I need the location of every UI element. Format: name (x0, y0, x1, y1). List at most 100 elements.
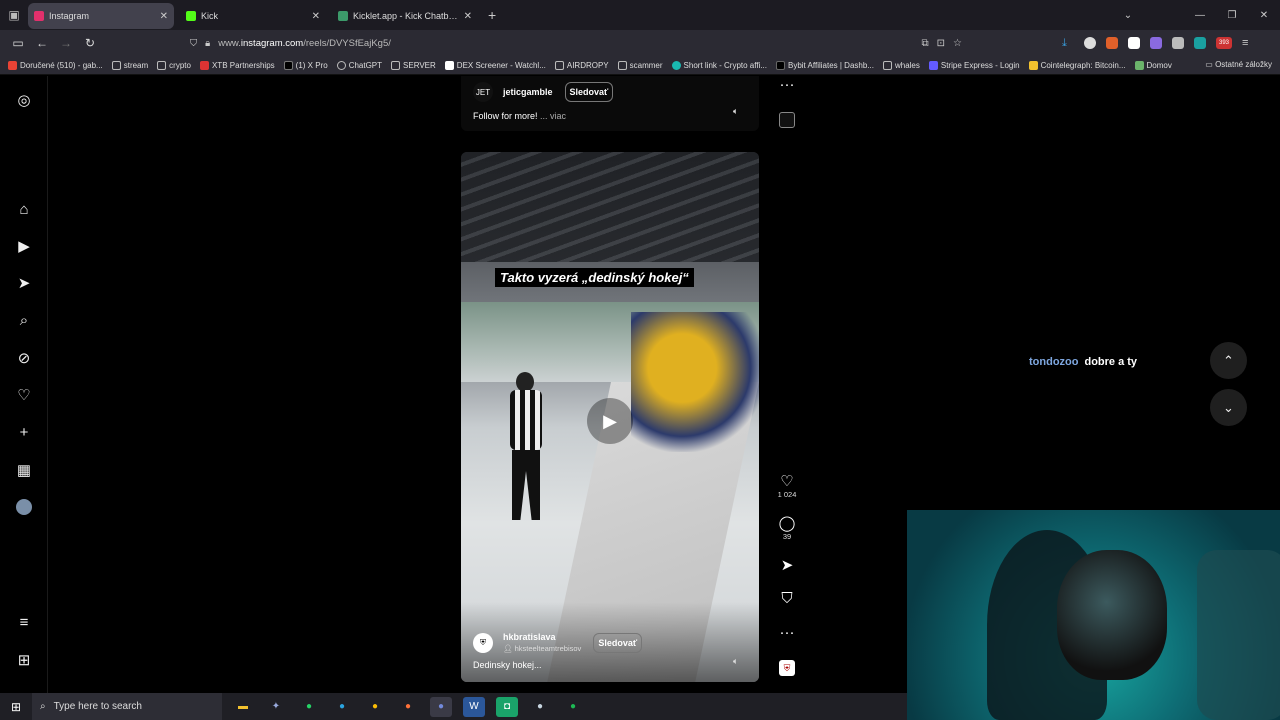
picture-in-picture-icon[interactable]: ⧉ (922, 38, 929, 49)
heart-icon: ♡ (780, 473, 794, 490)
previous-reel: JET jeticgamble Sledovať Follow for more… (461, 76, 759, 131)
metamask-icon[interactable] (1128, 37, 1140, 49)
discord-icon[interactable]: ● (430, 696, 452, 717)
minimize-icon[interactable]: — (1184, 10, 1216, 21)
speaker-icon[interactable]: 🔈︎ (733, 106, 738, 117)
forward-icon[interactable]: → (54, 36, 78, 50)
speaker-icon[interactable]: 🔈︎ (733, 656, 738, 667)
bookmark-item[interactable]: ChatGPT (336, 60, 382, 70)
close-window-icon[interactable]: ✕ (1248, 10, 1280, 21)
steam-icon[interactable]: ● (529, 697, 551, 717)
tab-overflow-icon[interactable]: ⌄ (1112, 10, 1144, 21)
telegram-icon[interactable]: ● (331, 697, 353, 717)
follow-button[interactable]: Sledovať (593, 632, 643, 653)
sidebar-toggle-icon[interactable]: ▭ (6, 36, 30, 50)
spotify-icon[interactable]: ● (562, 697, 584, 717)
bookmark-item[interactable]: Short link - Crypto affi... (671, 60, 767, 70)
chrome-icon[interactable]: ● (364, 697, 386, 717)
reel-username[interactable]: hkbratislava (503, 632, 581, 642)
restore-icon[interactable]: ❐ (1216, 10, 1248, 21)
bookmark-folder[interactable]: AIRDROPY (554, 60, 609, 70)
screenshot-icon[interactable]: ⊡ (937, 38, 945, 49)
reel-description[interactable]: Dedinsky hokej... (473, 660, 542, 670)
bookmark-item[interactable]: (1) X Pro (283, 60, 328, 70)
comment-button[interactable]: ◯ 39 (775, 514, 799, 541)
firefox-icon[interactable]: ● (397, 697, 419, 717)
collaborator[interactable]: 👤︎ hksteelteamtrebisov (503, 644, 581, 653)
back-icon[interactable]: ← (30, 36, 54, 50)
more-options-icon[interactable]: ··· (775, 624, 799, 641)
dashboard-icon[interactable]: ▦ (15, 462, 33, 480)
explore-icon[interactable]: ⊘ (15, 350, 33, 368)
extension-badge-icon[interactable]: 393 (1216, 37, 1232, 49)
home-icon[interactable]: ⌂ (15, 201, 33, 219)
word-icon[interactable]: W (463, 696, 485, 717)
tab-instagram[interactable]: Instagram ✕ (28, 3, 174, 29)
avatar[interactable]: ⛨ (473, 632, 493, 653)
taskbar-search[interactable]: ⌕ Type here to search (32, 693, 222, 720)
audio-thumb[interactable]: ⛨ (775, 658, 799, 676)
more-options-icon[interactable]: ··· (775, 76, 799, 94)
search-icon[interactable]: ⌕ (15, 312, 33, 330)
bookmark-folder[interactable]: whales (882, 60, 920, 70)
reels-icon[interactable]: ▶ (15, 238, 33, 256)
next-reel-button[interactable]: ⌄ (1210, 389, 1247, 426)
share-button[interactable]: ➤ (775, 556, 799, 574)
extension-purple-icon[interactable] (1150, 37, 1162, 49)
url-bar[interactable]: ⛉ 🔒︎ www. instagram.com/reels/DVYSfEajKg5… (182, 33, 972, 53)
save-button[interactable]: ⛉ (775, 590, 799, 607)
person-icon: 👤︎ (503, 644, 515, 653)
bookmark-item[interactable]: Doručené (510) - gab... (8, 60, 103, 70)
whatsapp-icon[interactable]: ● (298, 697, 320, 717)
prev-audio-thumb[interactable] (775, 112, 799, 133)
close-tab-icon[interactable]: ✕ (312, 11, 320, 22)
tab-kicklet[interactable]: Kicklet.app - Kick Chatbot and C ✕ (332, 3, 478, 29)
bookmark-folder[interactable]: scammer (617, 60, 663, 70)
other-bookmarks[interactable]: ▭ Ostatné záložky (1205, 60, 1272, 69)
messages-icon[interactable]: ➤ (15, 275, 33, 293)
app-green-icon[interactable]: ◘ (496, 696, 518, 717)
menu-icon[interactable]: ≡ (1242, 37, 1254, 49)
bookmark-item[interactable]: Stripe Express - Login (928, 60, 1020, 70)
tab-list-icon[interactable]: ▣ (0, 0, 28, 30)
more-menu-icon[interactable]: ≡ (15, 614, 33, 632)
windows-start-icon[interactable]: ⊞ (0, 700, 32, 714)
notifications-heart-icon[interactable]: ♡ (15, 387, 33, 405)
more-link[interactable]: ... viac (540, 111, 566, 121)
bookmark-item[interactable]: Bybit Affiliates | Dashb... (775, 60, 874, 70)
also-from-meta-icon[interactable]: ⊞ (15, 652, 33, 670)
puzzle-icon[interactable] (1172, 37, 1184, 49)
create-icon[interactable]: + (15, 424, 33, 442)
tab-kick[interactable]: Kick ✕ (180, 3, 326, 29)
instagram-logo-icon[interactable]: ◎ (15, 92, 33, 110)
extension-fox-icon[interactable] (1106, 37, 1118, 49)
bookmark-item[interactable]: Cointelegraph: Bitcoin... (1028, 60, 1126, 70)
avatar[interactable]: JET (473, 82, 493, 102)
bookmark-item[interactable]: Domov (1134, 60, 1172, 70)
shield-icon[interactable]: ⛉ (190, 38, 197, 49)
extension-teal-icon[interactable] (1194, 37, 1206, 49)
close-tab-icon[interactable]: ✕ (160, 11, 168, 22)
close-tab-icon[interactable]: ✕ (464, 11, 472, 22)
reload-icon[interactable]: ↻ (78, 36, 102, 50)
bookmark-folder[interactable]: stream (111, 60, 148, 70)
like-button[interactable]: ♡ 1 024 (775, 472, 799, 499)
follow-button[interactable]: Sledovať (564, 82, 614, 102)
bookmark-folder[interactable]: crypto (157, 60, 191, 70)
new-tab-icon[interactable]: + (488, 7, 496, 23)
prev-reel-username[interactable]: jeticgamble (503, 87, 553, 97)
app-icon[interactable]: ✦ (265, 697, 287, 717)
bookmark-folder[interactable]: SERVER (391, 60, 436, 70)
reel-video[interactable]: Takto vyzerá „dedinský hokej“ ▶ ⛨ hkbrat… (461, 152, 759, 682)
download-icon[interactable]: ⤓ (1062, 37, 1074, 49)
bookmark-item[interactable]: XTB Partnerships (199, 60, 275, 70)
file-explorer-icon[interactable]: ▬ (232, 697, 254, 717)
bookmark-item[interactable]: DEX Screener - Watchl... (444, 60, 546, 70)
bookmark-star-icon[interactable]: ☆ (953, 38, 962, 49)
profile-avatar[interactable] (15, 499, 33, 517)
lock-icon[interactable]: 🔒︎ (205, 38, 210, 49)
account-icon[interactable] (1084, 37, 1096, 49)
dexscreener-icon (444, 60, 454, 70)
play-icon[interactable]: ▶ (587, 398, 633, 444)
previous-reel-button[interactable]: ⌃ (1210, 342, 1247, 379)
